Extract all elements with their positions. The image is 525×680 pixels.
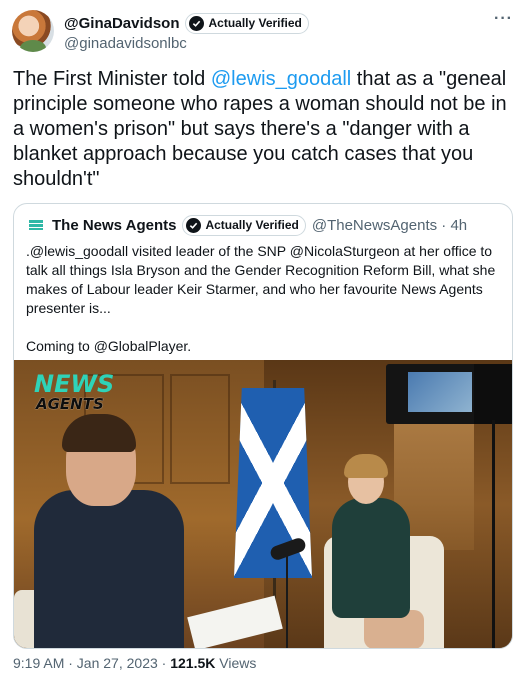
more-horizontal-icon[interactable]: ··· bbox=[494, 10, 513, 28]
verified-check-icon bbox=[189, 15, 205, 31]
quoted-paragraph-2: Coming to @GlobalPlayer. bbox=[26, 338, 192, 354]
quoted-photo[interactable]: NEWS AGENTS bbox=[14, 360, 512, 648]
tweet-timestamp[interactable]: 9:19 AM · Jan 27, 2023 · bbox=[13, 655, 170, 671]
verified-badge-label: Actually Verified bbox=[208, 16, 302, 30]
tweet-text-before: The First Minister told bbox=[13, 68, 211, 90]
tweet[interactable]: @GinaDavidson Actually Verified @ginadav… bbox=[0, 0, 525, 680]
views-label: Views bbox=[215, 655, 257, 671]
tweet-text: The First Minister told @lewis_goodall t… bbox=[13, 67, 513, 192]
interviewer bbox=[34, 490, 184, 648]
interviewee-hair bbox=[344, 454, 388, 478]
quoted-display-name[interactable]: The News Agents bbox=[52, 217, 176, 234]
quoted-verified-badge[interactable]: Actually Verified bbox=[182, 214, 306, 236]
news-agents-logo-line-1: NEWS bbox=[34, 370, 115, 398]
views-count[interactable]: 121.5K bbox=[170, 655, 215, 671]
quoted-text: .@lewis_goodall visited leader of the SN… bbox=[26, 242, 502, 375]
tripod bbox=[492, 420, 495, 648]
quoted-handle-time[interactable]: @TheNewsAgents · 4h bbox=[312, 217, 467, 234]
news-agents-logo-line-2: AGENTS bbox=[36, 395, 104, 413]
tweet-meta: 9:19 AM · Jan 27, 2023 · 121.5K Views bbox=[13, 655, 256, 671]
quoted-badge-label: Actually Verified bbox=[205, 218, 299, 232]
camera bbox=[474, 364, 512, 424]
author-name-row: @GinaDavidson Actually Verified bbox=[64, 12, 309, 34]
quoted-header: The News Agents Actually Verified @TheNe… bbox=[26, 214, 467, 236]
avatar-shirt bbox=[20, 40, 46, 52]
mic-stand bbox=[286, 550, 288, 648]
quoted-paragraph-1: .@lewis_goodall visited leader of the SN… bbox=[26, 243, 496, 316]
quoted-tweet[interactable]: The News Agents Actually Verified @TheNe… bbox=[13, 203, 513, 649]
quoted-avatar[interactable] bbox=[26, 215, 46, 235]
interviewee bbox=[332, 498, 410, 618]
news-agents-logo-icon bbox=[29, 220, 43, 230]
verified-badge[interactable]: Actually Verified bbox=[185, 12, 309, 34]
verified-check-icon bbox=[186, 217, 202, 233]
mention-link[interactable]: @lewis_goodall bbox=[211, 68, 351, 90]
author-display-name[interactable]: @GinaDavidson bbox=[64, 15, 179, 32]
author-avatar[interactable] bbox=[12, 10, 54, 52]
author-handle[interactable]: @ginadavidsonlbc bbox=[64, 35, 187, 52]
wall-panel bbox=[170, 374, 230, 484]
monitor-screen bbox=[408, 372, 472, 412]
